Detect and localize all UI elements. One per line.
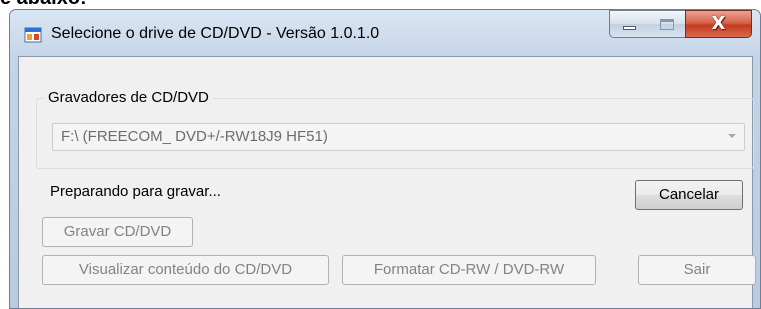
chevron-down-icon bbox=[728, 134, 736, 138]
minimize-button[interactable] bbox=[609, 10, 649, 38]
minimize-icon bbox=[623, 26, 636, 30]
view-content-button[interactable]: Visualizar conteúdo do CD/DVD bbox=[42, 255, 329, 285]
cancel-button[interactable]: Cancelar bbox=[635, 180, 743, 210]
exit-button[interactable]: Sair bbox=[638, 255, 756, 285]
maximize-icon bbox=[660, 19, 674, 30]
drive-select[interactable]: F:\ (FREECOM_ DVD+/-RW18J9 HF51) bbox=[52, 123, 745, 151]
close-button[interactable]: X bbox=[685, 10, 752, 38]
app-window-icon bbox=[24, 27, 42, 43]
burn-button[interactable]: Gravar CD/DVD bbox=[42, 217, 193, 247]
status-text: Preparando para gravar... bbox=[50, 183, 221, 200]
window-title: Selecione o drive de CD/DVD - Versão 1.0… bbox=[51, 25, 380, 42]
dialog-window: Selecione o drive de CD/DVD - Versão 1.0… bbox=[9, 9, 761, 309]
dialog-client-area: Gravadores de CD/DVD F:\ (FREECOM_ DVD+/… bbox=[18, 56, 756, 308]
recorders-group-label: Gravadores de CD/DVD bbox=[44, 89, 213, 106]
drive-select-value: F:\ (FREECOM_ DVD+/-RW18J9 HF51) bbox=[61, 128, 328, 145]
maximize-button[interactable] bbox=[648, 10, 686, 38]
background-document-text: e abaixo: bbox=[0, 0, 87, 9]
close-icon: X bbox=[711, 13, 726, 34]
format-button[interactable]: Formatar CD-RW / DVD-RW bbox=[342, 255, 596, 285]
